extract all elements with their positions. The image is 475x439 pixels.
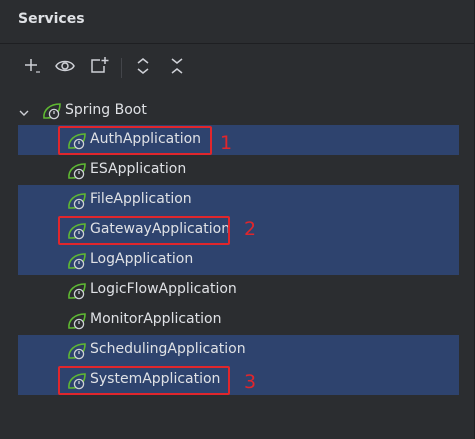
tree-item-file-application[interactable]: FileApplication [0,185,475,215]
tree-item-label: SchedulingApplication [90,341,246,357]
spring-boot-icon [41,101,63,125]
spring-boot-app-icon [66,161,88,185]
chevron-down-icon[interactable] [18,104,30,123]
tree-item-logicflow-application[interactable]: LogicFlowApplication [0,275,475,305]
eye-icon [54,56,76,80]
tree-item-label: MonitorApplication [90,311,222,327]
expand-all-icon [135,56,151,80]
annotation-box [58,366,230,395]
spring-boot-app-icon [66,311,88,335]
panel-title: Services [18,11,85,27]
collapse-all-button[interactable] [163,54,191,82]
annotation-number: 3 [244,371,257,393]
services-toolbar [0,52,475,84]
tree-root-spring-boot[interactable]: Spring Boot [0,96,475,126]
annotation-number: 2 [244,218,257,240]
spring-boot-app-icon [66,251,88,275]
tree-item-label: LogicFlowApplication [90,281,237,297]
tree-item-es-application[interactable]: ESApplication [0,155,475,185]
tree-item-label: LogApplication [90,251,194,267]
expand-all-button[interactable] [129,54,157,82]
spring-boot-app-icon [66,281,88,305]
toolbar-separator [121,58,122,78]
tree-item-log-application[interactable]: LogApplication [0,245,475,275]
annotation-box [58,216,230,245]
show-button[interactable] [51,54,79,82]
title-divider [0,43,475,44]
spring-boot-app-icon [66,191,88,215]
add-service-button[interactable] [18,54,46,82]
annotation-box [58,126,212,155]
collapse-all-icon [169,56,185,80]
open-in-new-tab-button[interactable] [85,54,113,82]
tree-item-monitor-application[interactable]: MonitorApplication [0,305,475,335]
new-tab-icon [88,56,110,80]
add-icon [22,56,42,80]
annotation-number: 1 [220,132,233,154]
tree-item-label: FileApplication [90,191,192,207]
spring-boot-app-icon [66,341,88,365]
tree-root-label: Spring Boot [65,102,147,118]
tree-item-scheduling-application[interactable]: SchedulingApplication [0,335,475,365]
services-panel: Services Spring Boot AuthApplication ESA… [0,0,475,439]
tree-item-label: ESApplication [90,161,187,177]
